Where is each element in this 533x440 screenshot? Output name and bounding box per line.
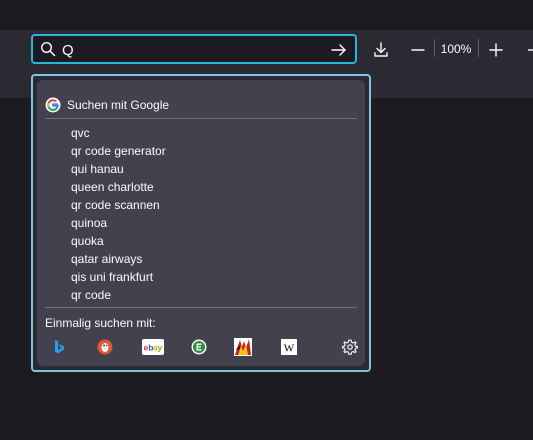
ebay-button[interactable]: e b a y <box>142 338 164 356</box>
one-off-search-label: Einmalig suchen mit: <box>45 316 156 330</box>
suggestion-item[interactable]: quoka <box>71 232 351 250</box>
download-icon <box>374 42 388 57</box>
divider <box>45 118 357 119</box>
search-settings-button[interactable] <box>341 338 359 356</box>
overflow-button[interactable] <box>522 38 533 62</box>
divider <box>45 307 357 308</box>
suggestion-item[interactable]: queen charlotte <box>71 178 351 196</box>
suggestion-item[interactable]: qr code <box>71 286 351 304</box>
svg-text:y: y <box>158 343 163 353</box>
wikipedia-icon: W <box>281 339 297 355</box>
zoom-out-button[interactable] <box>406 38 430 62</box>
zoom-separator <box>434 39 435 57</box>
ebay-icon: e b a y <box>142 339 164 355</box>
tab-strip <box>0 0 533 30</box>
suggestion-item[interactable]: quinoa <box>71 214 351 232</box>
gear-icon <box>342 339 358 355</box>
search-engine-label: Suchen mit Google <box>67 98 170 112</box>
zoom-in-icon <box>489 43 503 57</box>
wikipedia-button[interactable]: W <box>280 338 298 356</box>
address-bar[interactable] <box>31 34 357 64</box>
duckduckgo-button[interactable] <box>96 338 114 356</box>
suggestion-item[interactable]: qis uni frankfurt <box>71 268 351 286</box>
bing-icon <box>55 340 64 354</box>
zoom-in-button[interactable] <box>484 38 508 62</box>
leo-icon <box>234 338 252 356</box>
suggestion-item[interactable]: qvc <box>71 124 351 142</box>
zoom-separator <box>478 39 479 57</box>
suggestion-item[interactable]: qr code generator <box>71 142 351 160</box>
search-icon <box>40 41 56 57</box>
overflow-icon <box>528 49 533 51</box>
duckduckgo-icon <box>97 339 113 355</box>
ecosia-button[interactable] <box>190 338 208 356</box>
suggestion-list: qvc qr code generator qui hanau queen ch… <box>71 124 351 304</box>
suggestion-item[interactable]: qui hanau <box>71 160 351 178</box>
bing-button[interactable] <box>50 338 68 356</box>
popup-panel: Suchen mit Google qvc qr code generator … <box>37 80 365 366</box>
suggestion-item[interactable]: qatar airways <box>71 250 351 268</box>
zoom-reset-button[interactable]: 100% <box>437 40 475 58</box>
leo-button[interactable] <box>234 338 252 356</box>
download-button[interactable] <box>369 38 393 62</box>
address-input[interactable] <box>62 40 322 60</box>
search-suggestions-popup: Suchen mit Google qvc qr code generator … <box>31 74 371 372</box>
arrow-right-icon[interactable] <box>330 41 348 59</box>
suggestion-item[interactable]: qr code scannen <box>71 196 351 214</box>
zoom-out-icon <box>411 49 425 51</box>
svg-text:W: W <box>284 342 295 354</box>
search-engine-header[interactable]: Suchen mit Google <box>45 96 345 114</box>
ecosia-icon <box>191 339 207 355</box>
one-off-engines: e b a y W <box>45 338 361 358</box>
google-icon <box>45 97 61 113</box>
